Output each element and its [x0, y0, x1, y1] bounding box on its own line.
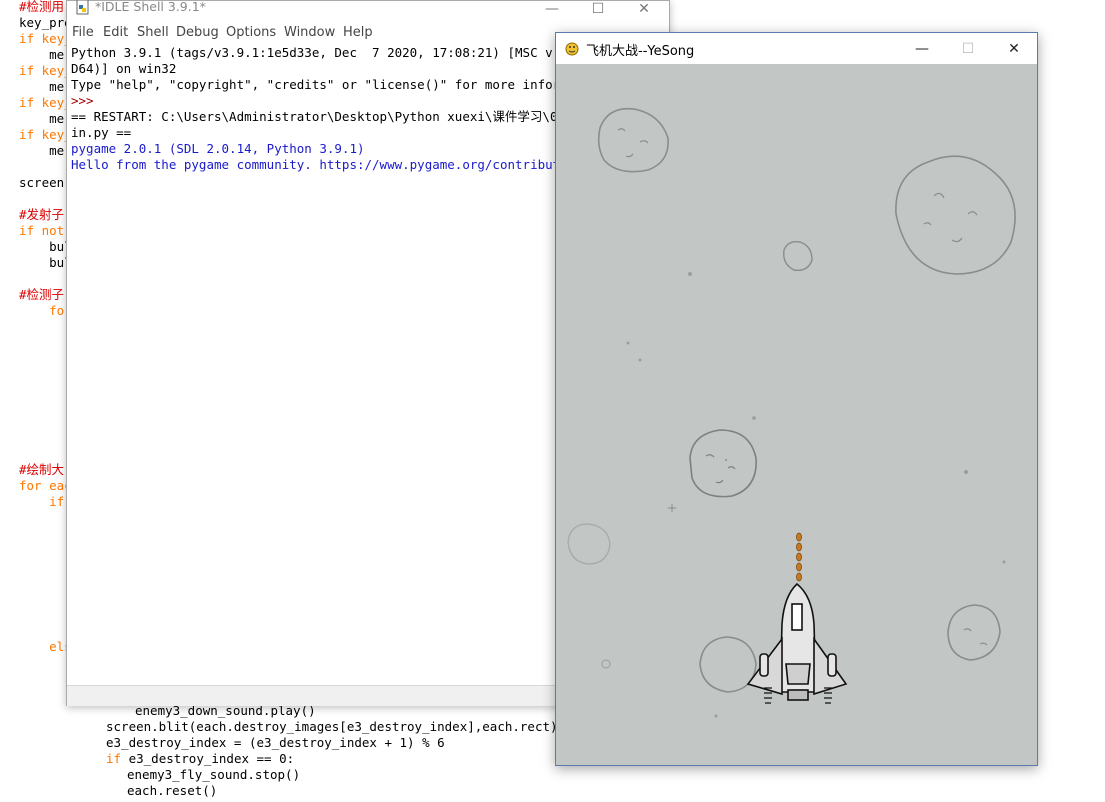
asteroid-faded-left [567, 523, 611, 565]
pygame-close-button[interactable]: ✕ [991, 35, 1037, 63]
editor-code-line: enemy3_fly_sound.stop() [127, 767, 301, 782]
pygame-titlebar[interactable]: 飞机大战--YeSong — ☐ ✕ [556, 33, 1037, 64]
editor-code-line: screen.blit(each.destroy_images[e3_destr… [106, 719, 558, 734]
editor-code-line: if e3_destroy_index == 0: [106, 751, 295, 766]
player-plane [746, 582, 848, 704]
editor-code-line: if [19, 494, 65, 509]
menu-shell[interactable]: Shell [137, 25, 169, 40]
shell-output-line: == RESTART: C:\Users\Administrator\Deskt… [71, 109, 573, 124]
menu-help[interactable]: Help [343, 25, 373, 40]
asteroid-small [783, 240, 813, 271]
shell-output-line: pygame 2.0.1 (SDL 2.0.14, Python 3.9.1) [71, 141, 365, 156]
editor-code-line: bul [19, 239, 72, 254]
asteroid-middle [689, 429, 757, 498]
editor-code-line: #检测用 [19, 0, 65, 14]
editor-code-line: if key_ [19, 127, 72, 142]
editor-code-line: me [19, 79, 65, 94]
idle-minimize-button[interactable]: — [529, 0, 575, 23]
shell-output-line: in.py == [71, 125, 132, 140]
minimize-icon: — [915, 41, 929, 57]
editor-code-line: me [19, 111, 65, 126]
maximize-icon: ☐ [591, 1, 605, 17]
pygame-minimize-button[interactable]: — [899, 35, 945, 63]
shell-output-line: >>> [71, 93, 102, 108]
close-icon: ✕ [638, 1, 650, 17]
editor-code-line: els [19, 639, 72, 654]
editor-code-line: for eac [19, 478, 72, 493]
shell-output-line: Hello from the pygame community. https:/… [71, 157, 583, 172]
pygame-window-title: 飞机大战--YeSong [586, 44, 695, 59]
editor-code-line: bul [19, 255, 72, 270]
bullet-stream [796, 532, 802, 582]
asteroid-right [947, 604, 1001, 661]
menu-debug[interactable]: Debug [176, 25, 219, 40]
pygame-maximize-button: ☐ [945, 35, 991, 63]
asteroid-top-left [597, 107, 669, 173]
editor-code-line: #发射子 [19, 207, 65, 222]
menu-edit[interactable]: Edit [103, 25, 128, 40]
editor-code-line: me [19, 143, 65, 158]
close-icon: ✕ [1008, 41, 1020, 57]
editor-code-line: if key_ [19, 63, 72, 78]
editor-code-line: key_pre [19, 15, 72, 30]
idle-maximize-button[interactable]: ☐ [575, 0, 621, 23]
pygame-snake-icon [565, 42, 579, 56]
idle-close-button[interactable]: ✕ [621, 0, 667, 23]
menu-options[interactable]: Options [226, 25, 276, 40]
editor-code-line: me [19, 47, 65, 62]
shell-output-line: Type "help", "copyright", "credits" or "… [71, 77, 583, 92]
idle-titlebar[interactable]: *IDLE Shell 3.9.1* — ☐ ✕ [67, 0, 669, 23]
editor-code-line: each.reset() [127, 783, 218, 798]
editor-code-line: screen. [19, 175, 72, 190]
editor-code-line: e3_destroy_index = (e3_destroy_index + 1… [106, 735, 445, 750]
minimize-icon: — [545, 1, 559, 17]
editor-code-line: if key_ [19, 95, 72, 110]
python-file-icon [76, 0, 89, 15]
editor-code-line: #检测子 [19, 287, 65, 302]
shell-output-line: D64)] on win32 [71, 61, 177, 76]
menu-window[interactable]: Window [284, 25, 335, 40]
maximize-icon: ☐ [961, 41, 975, 57]
game-canvas[interactable] [556, 64, 1037, 765]
shell-output-line: Python 3.9.1 (tags/v3.9.1:1e5d33e, Dec 7… [71, 45, 583, 60]
star-sparkle [668, 504, 676, 512]
menu-file[interactable]: File [72, 25, 94, 40]
editor-code-line: if not( [19, 223, 72, 238]
editor-code-line: if key_ [19, 31, 72, 46]
editor-code-line: for [19, 303, 72, 318]
editor-code-line: #绘制大 [19, 462, 65, 477]
idle-window-title: *IDLE Shell 3.9.1* [95, 0, 206, 14]
pygame-window[interactable]: 飞机大战--YeSong — ☐ ✕ [555, 32, 1038, 766]
asteroid-large-top-right [895, 155, 1016, 275]
